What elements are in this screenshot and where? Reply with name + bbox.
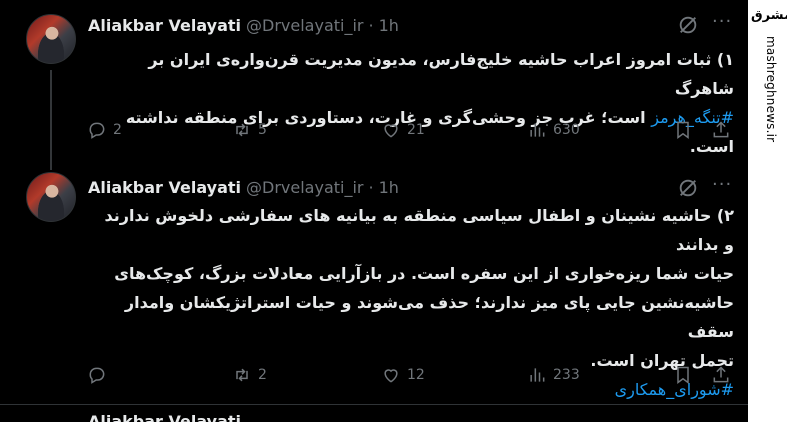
more-icon[interactable]: ···	[712, 13, 736, 33]
tweet-header: Aliakbar Velayati @Drvelayati_ir · 1h	[88, 176, 399, 198]
share-icon	[713, 121, 729, 138]
repost-count: 5	[258, 122, 267, 138]
avatar[interactable]	[26, 14, 76, 64]
author-name[interactable]: Aliakbar Velayati	[88, 178, 241, 197]
like-icon	[384, 369, 398, 383]
timeline-feed: Aliakbar Velayati @Drvelayati_ir · 1h ··…	[0, 0, 748, 422]
reply-button[interactable]	[87, 365, 113, 385]
next-tweet-author-name[interactable]: Aliakbar Velayati	[88, 412, 241, 422]
reply-icon	[89, 122, 105, 139]
like-button[interactable]: 12	[381, 365, 425, 385]
more-icon[interactable]: ···	[712, 176, 736, 196]
views-icon	[530, 368, 545, 382]
repost-icon	[236, 123, 248, 137]
grok-icon[interactable]	[677, 14, 699, 36]
share-button[interactable]	[711, 120, 731, 140]
bookmark-button[interactable]	[673, 120, 693, 140]
like-count: 12	[407, 367, 425, 383]
tweet[interactable]: Aliakbar Velayati @Drvelayati_ir · 1h ··…	[0, 0, 748, 170]
tweet-header: Aliakbar Velayati @Drvelayati_ir · 1h	[88, 14, 399, 36]
tweet-text-line: ۲) حاشیه نشینان و اطفال سیاسی منطقه به ب…	[104, 206, 735, 254]
views-count: 233	[553, 367, 580, 383]
views-icon	[530, 123, 545, 137]
views-button[interactable]: 630	[527, 120, 580, 140]
watermark-strip: مشرق mashreghnews.ir	[748, 0, 787, 422]
tweet-divider	[0, 404, 748, 405]
tweet-text-line: حاشیه‌نشین جایی پای میز ندارند؛ حذف می‌ش…	[124, 293, 734, 341]
watermark-logo: مشرق	[751, 8, 787, 23]
tweet[interactable]: Aliakbar Velayati @Drvelayati_ir · 1h ··…	[0, 163, 748, 403]
like-button[interactable]: 21	[381, 120, 425, 140]
author-handle[interactable]: @Drvelayati_ir	[246, 178, 363, 197]
author-name[interactable]: Aliakbar Velayati	[88, 16, 241, 35]
repost-count: 2	[258, 367, 267, 383]
like-count: 21	[407, 122, 425, 138]
share-icon	[713, 366, 729, 383]
timestamp[interactable]: 1h	[379, 178, 399, 197]
bookmark-icon	[677, 121, 689, 139]
timestamp[interactable]: 1h	[379, 16, 399, 35]
tweet-actions: 2 5 21 630	[87, 120, 737, 144]
reply-icon	[89, 367, 105, 384]
tweet-text-line: حیات شما ریزه‌خواری از این سفره است. در …	[114, 264, 734, 283]
repost-button[interactable]: 5	[232, 120, 267, 140]
separator-dot: ·	[368, 15, 374, 35]
bookmark-icon	[677, 366, 689, 384]
tweet-actions: 2 12 233	[87, 365, 737, 389]
separator-dot: ·	[368, 177, 374, 197]
author-handle[interactable]: @Drvelayati_ir	[246, 16, 363, 35]
repost-icon	[236, 368, 248, 382]
reply-count: 2	[113, 122, 122, 138]
grok-icon[interactable]	[677, 177, 699, 199]
tweet-text-line: ۱) ثبات امروز اعراب حاشیه خلیج‌فارس، مدی…	[148, 50, 734, 98]
watermark-site: mashreghnews.ir	[764, 36, 778, 143]
avatar[interactable]	[26, 172, 76, 222]
thread-line	[50, 70, 52, 170]
views-count: 630	[553, 122, 580, 138]
share-button[interactable]	[711, 365, 731, 385]
views-button[interactable]: 233	[527, 365, 580, 385]
like-icon	[384, 124, 398, 138]
repost-button[interactable]: 2	[232, 365, 267, 385]
reply-button[interactable]: 2	[87, 120, 122, 140]
bookmark-button[interactable]	[673, 365, 693, 385]
